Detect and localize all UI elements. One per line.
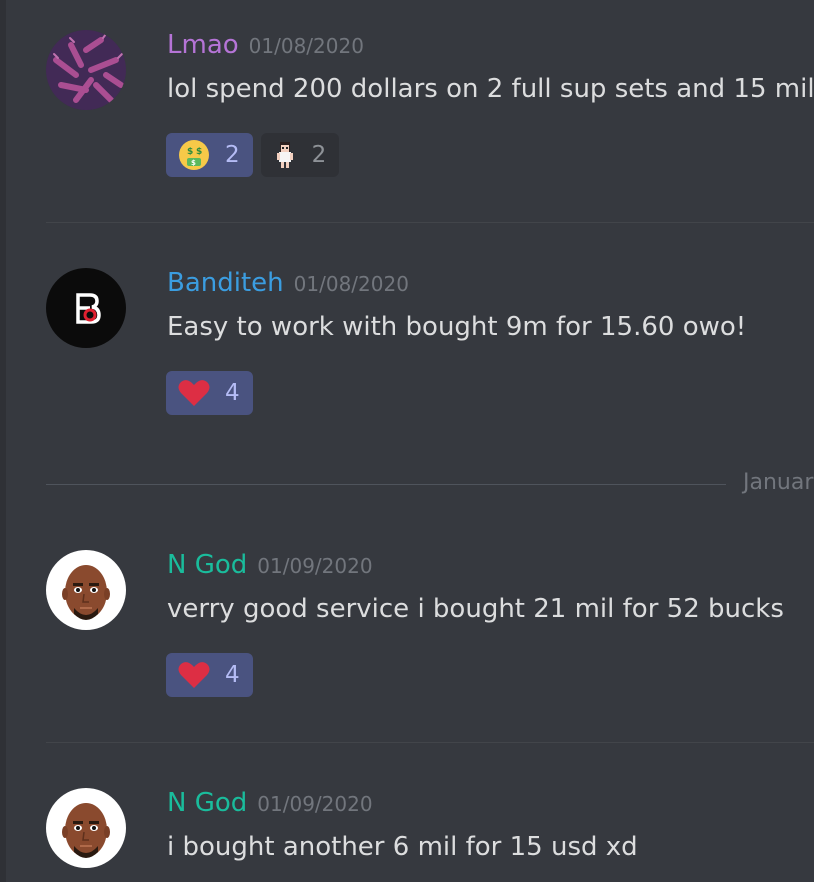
message-divider	[46, 742, 814, 743]
user-avatar[interactable]	[46, 550, 126, 630]
username[interactable]: N God	[167, 788, 247, 818]
username[interactable]: N God	[167, 550, 247, 580]
reactions-bar: 4	[166, 371, 253, 415]
message-content: i bought another 6 mil for 15 usd xd	[167, 832, 638, 862]
mii-face-avatar-icon	[46, 550, 126, 630]
message-header: Banditeh 01/08/2020	[167, 268, 409, 298]
user-avatar[interactable]	[46, 788, 126, 868]
timestamp: 01/08/2020	[248, 34, 364, 58]
timestamp: 01/09/2020	[257, 792, 373, 816]
date-divider-label: Januar	[743, 470, 814, 495]
username[interactable]: Banditeh	[167, 268, 284, 298]
user-avatar[interactable]	[46, 30, 126, 110]
svg-text:$: $	[191, 159, 196, 167]
svg-text:$: $	[196, 147, 202, 157]
date-divider-line	[46, 484, 726, 485]
reaction-button[interactable]: 4	[166, 653, 253, 697]
message-header: N God 01/09/2020	[167, 550, 373, 580]
mii-face-avatar-icon	[46, 788, 126, 868]
user-avatar[interactable]	[46, 268, 126, 348]
message-header: Lmao 01/08/2020	[167, 30, 364, 60]
reactions-bar: $ $ $ 2 2	[166, 133, 340, 177]
money-mouth-face-icon: $ $ $	[179, 140, 209, 170]
b-logo-avatar-icon	[46, 268, 126, 348]
reactions-bar: 4	[166, 653, 253, 697]
message-divider	[46, 222, 814, 223]
date-divider: Januar	[46, 470, 814, 495]
reaction-count: 4	[225, 662, 240, 688]
reaction-count: 2	[225, 142, 240, 168]
reaction-count: 2	[311, 142, 327, 168]
timestamp: 01/09/2020	[257, 554, 373, 578]
message-content: lol spend 200 dollars on 2 full sup sets…	[167, 74, 814, 104]
reaction-button[interactable]: $ $ $ 2	[166, 133, 253, 177]
red-heart-icon	[178, 662, 210, 688]
username[interactable]: Lmao	[167, 30, 239, 60]
message-header: N God 01/09/2020	[167, 788, 373, 818]
reaction-button[interactable]: 4	[166, 371, 253, 415]
message-content: Easy to work with bought 9m for 15.60 ow…	[167, 312, 747, 342]
message-feed: Lmao 01/08/2020 lol spend 200 dollars on …	[0, 0, 814, 882]
svg-text:$: $	[187, 147, 193, 157]
red-heart-icon	[178, 380, 210, 406]
virus-cluster-avatar-icon	[46, 30, 126, 110]
reaction-button[interactable]: 2	[260, 133, 340, 177]
pixel-character-icon	[276, 142, 293, 168]
timestamp: 01/08/2020	[293, 272, 409, 296]
message-content: verry good service i bought 21 mil for 5…	[167, 594, 784, 624]
reaction-count: 4	[225, 380, 240, 406]
